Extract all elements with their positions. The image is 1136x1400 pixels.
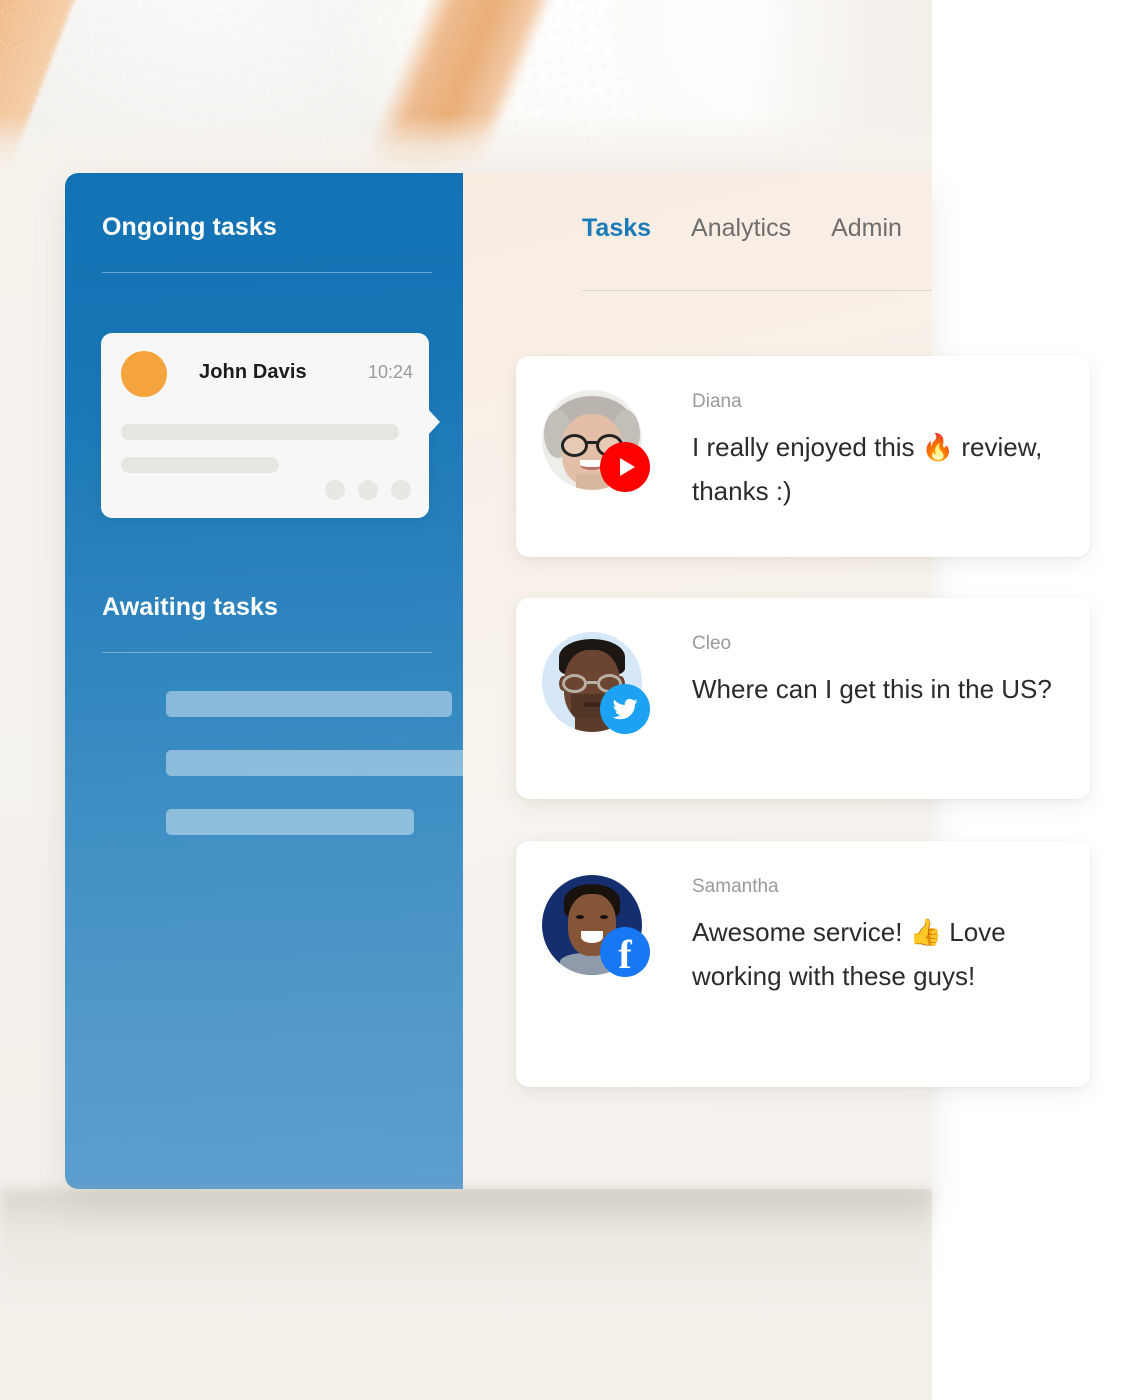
avatar-diana <box>542 390 650 492</box>
comment-text: Where can I get this in the US? <box>692 674 1052 704</box>
task-dot[interactable] <box>358 480 378 500</box>
tab-bar: Tasks Analytics Admin <box>582 214 902 243</box>
awaiting-task-placeholder[interactable] <box>166 691 452 717</box>
facebook-icon: f <box>600 927 650 977</box>
comment-author: Diana <box>692 391 742 412</box>
comment-card-cleo[interactable]: Cleo Where can I get this in the US? <box>516 598 1090 799</box>
task-timestamp: 10:24 <box>367 362 413 382</box>
task-card-pointer <box>428 409 440 435</box>
tab-analytics[interactable]: Analytics <box>691 214 791 243</box>
task-dot[interactable] <box>325 480 345 500</box>
task-placeholder-line <box>121 424 399 440</box>
comment-text: Awesome service! 👍 Love working with the… <box>692 917 1006 991</box>
avatar-cleo <box>542 632 650 734</box>
tab-admin[interactable]: Admin <box>831 214 902 243</box>
awaiting-tasks-section: Awaiting tasks <box>102 593 432 653</box>
task-avatar <box>121 351 167 397</box>
comment-card-samantha[interactable]: f Samantha Awesome service! 👍 Love worki… <box>516 841 1090 1087</box>
tab-tasks[interactable]: Tasks <box>582 214 651 243</box>
hero-background-photo <box>0 0 932 172</box>
comment-text: I really enjoyed this 🔥 review, thanks :… <box>692 432 1043 506</box>
youtube-icon <box>600 442 650 492</box>
twitter-icon <box>600 684 650 734</box>
comment-author: Cleo <box>692 633 732 654</box>
avatar-samantha: f <box>542 875 650 977</box>
ongoing-task-card[interactable]: John Davis 10:24 <box>101 333 440 518</box>
comment-author: Samantha <box>692 876 779 897</box>
comment-card-diana[interactable]: Diana I really enjoyed this 🔥 review, th… <box>516 356 1090 557</box>
awaiting-tasks-divider <box>102 652 432 653</box>
panel-drop-shadow <box>0 1189 932 1309</box>
app-screenshot: Ongoing tasks Awaiting tasks John Davis … <box>0 0 1136 1400</box>
hero-fade-bottom <box>0 114 932 172</box>
tab-bar-divider <box>582 290 932 291</box>
ongoing-tasks-section: Ongoing tasks <box>102 213 432 273</box>
task-dot[interactable] <box>391 480 411 500</box>
task-author-name: John Davis <box>199 361 307 383</box>
task-action-dots[interactable] <box>325 480 411 500</box>
ongoing-tasks-divider <box>102 272 432 273</box>
awaiting-task-placeholder[interactable] <box>166 809 414 835</box>
ongoing-tasks-title: Ongoing tasks <box>102 213 277 241</box>
sidebar: Ongoing tasks Awaiting tasks <box>65 173 463 1189</box>
task-placeholder-line <box>121 457 279 473</box>
awaiting-task-placeholder[interactable] <box>166 750 486 776</box>
awaiting-tasks-title: Awaiting tasks <box>102 593 278 621</box>
